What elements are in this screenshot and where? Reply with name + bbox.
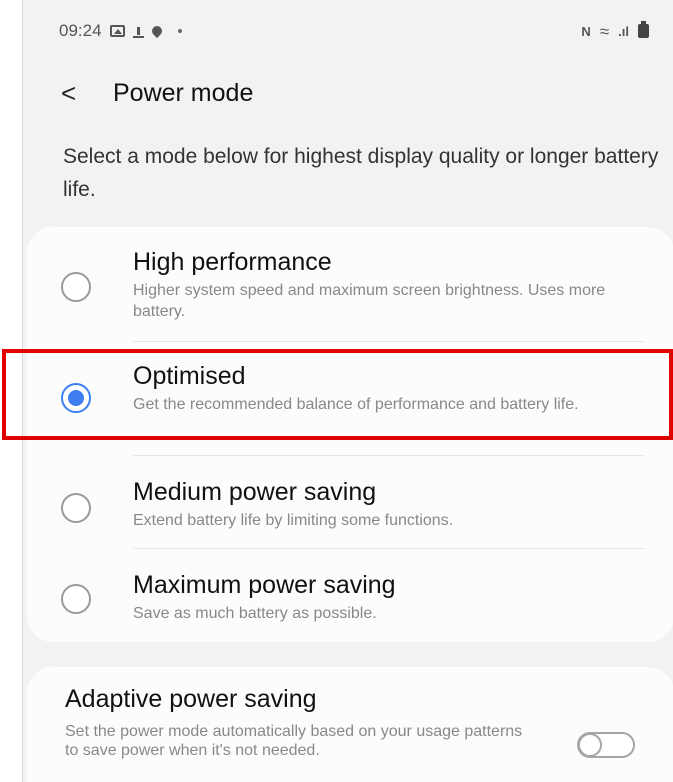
divider xyxy=(133,341,644,342)
adaptive-power-saving-title: Adaptive power saving xyxy=(65,685,317,713)
mode-text: Medium power saving Extend battery life … xyxy=(133,477,653,531)
adaptive-power-saving-toggle[interactable] xyxy=(577,732,635,758)
signal-icon: .ıl xyxy=(618,23,629,39)
upload-icon xyxy=(132,24,144,38)
mode-title: High performance xyxy=(133,248,332,276)
mode-description: Save as much battery as possible. xyxy=(133,605,377,622)
status-bar-right: N ≈ .ıl xyxy=(581,21,649,41)
page-title: Power mode xyxy=(113,78,254,107)
mode-title: Medium power saving xyxy=(133,478,377,506)
mode-description: Higher system speed and maximum screen b… xyxy=(133,282,606,320)
selection-highlight-box xyxy=(2,349,673,440)
page-description: Select a mode below for highest display … xyxy=(63,145,659,201)
radio-button[interactable] xyxy=(61,493,91,523)
gallery-icon xyxy=(109,25,125,37)
wifi-icon: ≈ xyxy=(599,21,610,41)
mode-title: Maximum power saving xyxy=(133,571,396,599)
back-arrow-icon[interactable]: < xyxy=(61,80,89,106)
app-bar: < Power mode xyxy=(23,68,673,118)
mode-text: High performance Higher system speed and… xyxy=(133,247,653,322)
status-bar-left: 09:24 xyxy=(59,21,182,41)
mode-text: Maximum power saving Save as much batter… xyxy=(133,570,653,624)
radio-button[interactable] xyxy=(61,584,91,614)
status-time: 09:24 xyxy=(59,21,102,40)
divider xyxy=(133,455,644,456)
dot-icon xyxy=(177,29,182,33)
location-pin-icon xyxy=(149,23,164,39)
adaptive-power-saving-card[interactable]: Adaptive power saving Set the power mode… xyxy=(27,667,673,782)
divider xyxy=(133,548,644,549)
status-bar: 09:24 N ≈ .ıl xyxy=(23,0,673,62)
nfc-icon: N xyxy=(581,23,591,39)
mode-option-maximum-power-saving[interactable]: Maximum power saving Save as much batter… xyxy=(27,570,673,642)
adaptive-power-saving-description: Set the power mode automatically based o… xyxy=(65,723,523,759)
battery-icon xyxy=(638,21,649,38)
radio-button[interactable] xyxy=(61,272,91,302)
mode-option-medium-power-saving[interactable]: Medium power saving Extend battery life … xyxy=(27,477,673,549)
mode-option-high-performance[interactable]: High performance Higher system speed and… xyxy=(27,247,673,347)
toggle-knob xyxy=(578,733,602,757)
mode-description: Extend battery life by limiting some fun… xyxy=(133,512,454,529)
